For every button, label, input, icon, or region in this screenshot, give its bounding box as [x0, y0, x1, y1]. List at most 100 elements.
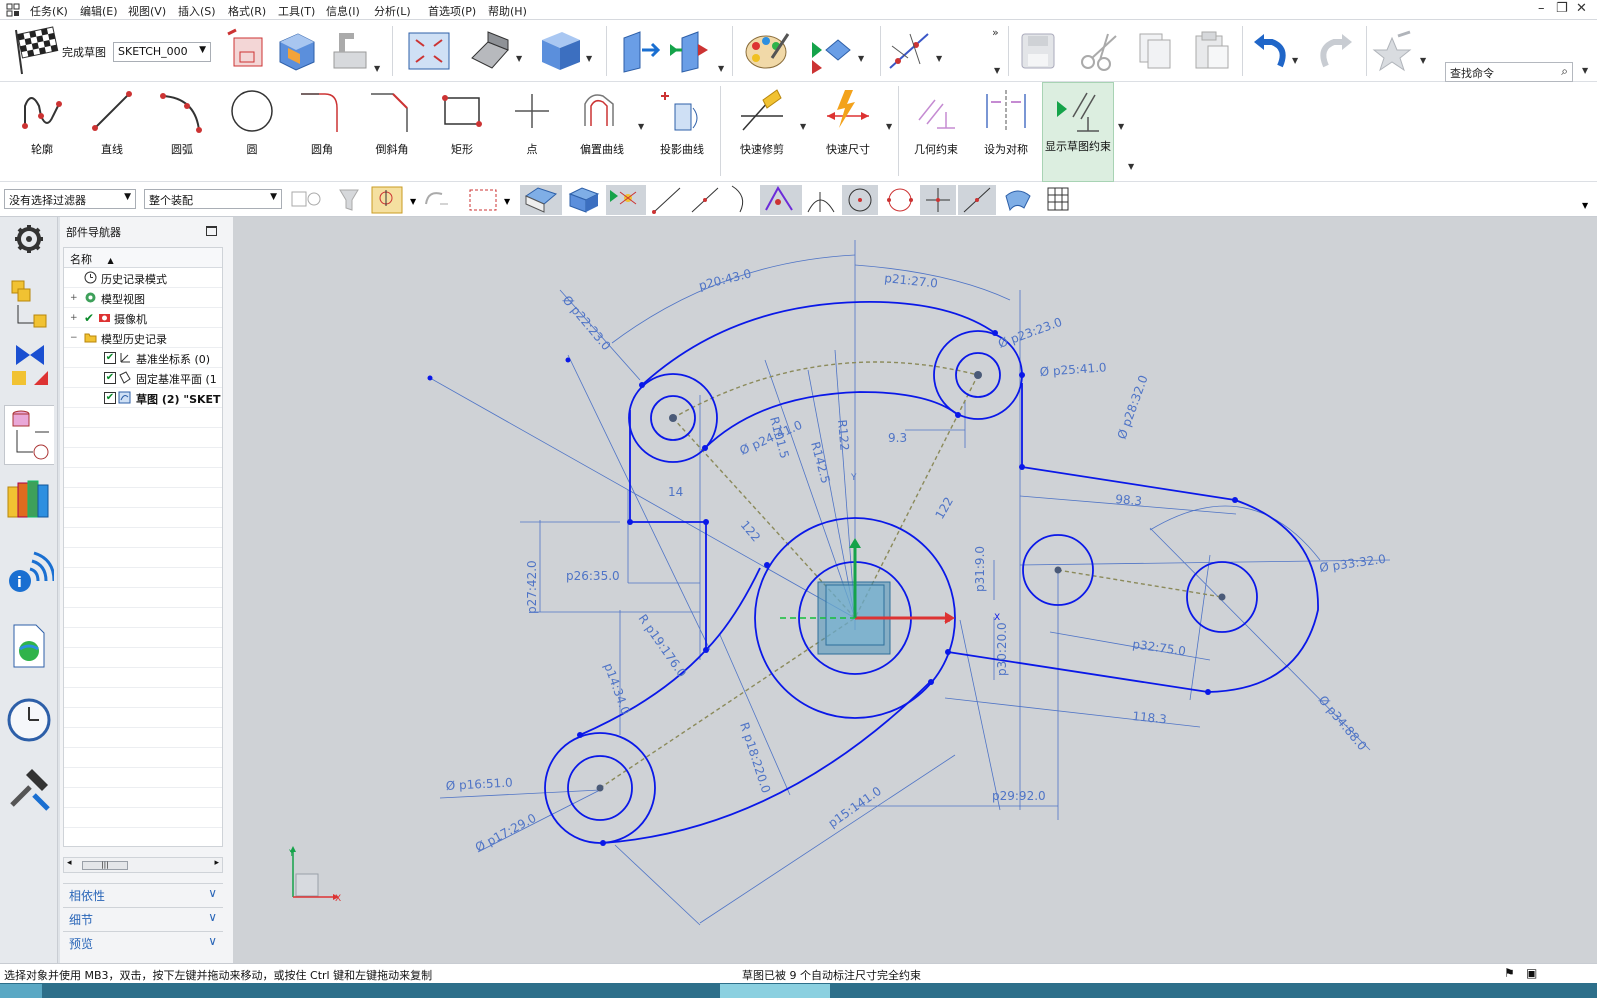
- point-on-face-icon[interactable]: [1005, 190, 1031, 212]
- shaded-view-button[interactable]: ▼: [536, 28, 594, 74]
- chevron-down-icon[interactable]: ▼: [1128, 162, 1134, 171]
- chamfer-button[interactable]: 倒斜角: [358, 82, 426, 182]
- chevron-down-icon[interactable]: ▼: [800, 122, 806, 131]
- chevron-down-icon[interactable]: ▼: [638, 122, 644, 131]
- menu-info[interactable]: 信息(I): [326, 3, 360, 19]
- menu-analysis[interactable]: 分析(L): [374, 3, 411, 19]
- dimension-label[interactable]: Ø p17:29.0: [473, 811, 539, 855]
- dimension-label[interactable]: R p19:176.0: [636, 612, 690, 680]
- quick-trim-button[interactable]: 快速修剪: [728, 82, 796, 182]
- render-style-button[interactable]: ▼: [466, 28, 524, 74]
- command-search-input[interactable]: 查找命令 ⌕: [1445, 62, 1573, 82]
- taskbar-item[interactable]: [720, 984, 830, 998]
- menu-task[interactable]: 任务(K): [30, 3, 68, 19]
- resource-history[interactable]: [4, 695, 54, 755]
- profile-button[interactable]: 轮廓: [8, 82, 76, 182]
- redo-button[interactable]: [1314, 30, 1358, 72]
- arc-button[interactable]: 圆弧: [148, 82, 216, 182]
- dimension-label[interactable]: 98.3: [1115, 492, 1143, 508]
- dimension-label[interactable]: Ø p16:51.0: [445, 776, 513, 793]
- menu-preferences[interactable]: 首选项(P): [428, 3, 476, 19]
- rectangle-select-icon[interactable]: [469, 189, 497, 211]
- cut-button[interactable]: [1078, 30, 1122, 72]
- sketch-name-select[interactable]: SKETCH_000 ▼: [113, 42, 211, 62]
- point-button[interactable]: 点: [498, 82, 566, 182]
- resource-hd3d-tools[interactable]: i: [4, 547, 56, 607]
- reset-selection-icon[interactable]: [425, 192, 448, 205]
- arc-center-icon[interactable]: [807, 192, 835, 213]
- control-point-icon[interactable]: [731, 185, 744, 213]
- chevron-down-icon[interactable]: ▼: [1582, 201, 1589, 210]
- visibility-checkbox[interactable]: ✔: [104, 372, 116, 384]
- flag-icon[interactable]: ⚑: [1504, 966, 1515, 980]
- dimension-label[interactable]: Ø p33:32.0: [1318, 552, 1386, 575]
- update-model-button[interactable]: ▼: [326, 28, 382, 74]
- show-sketch-constraints-button[interactable]: 显示草图约束: [1042, 82, 1114, 182]
- horizontal-scrollbar[interactable]: ◂ ||| ▸: [63, 857, 223, 873]
- command-finder-button[interactable]: ▼: [1372, 30, 1428, 72]
- dimension-label[interactable]: p27:42.0: [525, 560, 539, 614]
- close-icon[interactable]: ✕: [1576, 1, 1587, 16]
- display-palette-button[interactable]: [742, 28, 794, 74]
- dimension-label[interactable]: Ø p28:32.0: [1115, 373, 1151, 441]
- visibility-checkbox[interactable]: ✔: [104, 392, 116, 404]
- dimension-label[interactable]: 122: [738, 518, 763, 545]
- menu-view[interactable]: 视图(V): [128, 3, 166, 19]
- column-header[interactable]: 名称 ▲: [64, 248, 222, 268]
- save-button[interactable]: [1018, 30, 1058, 72]
- view-triad-button[interactable]: [618, 28, 664, 74]
- assembly-filter-icon[interactable]: [291, 191, 321, 207]
- expand-icon[interactable]: +: [70, 313, 78, 323]
- resource-system-materials[interactable]: [4, 765, 54, 825]
- tree-item-datum-plane[interactable]: ✔ 固定基准平面 (1: [64, 368, 222, 388]
- fillet-button[interactable]: 圆角: [288, 82, 356, 182]
- make-symmetric-button[interactable]: 设为对称: [972, 82, 1040, 182]
- resource-web-browser[interactable]: [4, 621, 54, 681]
- undo-button[interactable]: ▼: [1250, 30, 1300, 72]
- minimize-icon[interactable]: –: [1538, 1, 1545, 16]
- tree-item-cameras[interactable]: + ✔ 摄像机: [64, 308, 222, 328]
- dimension-label[interactable]: 9.3: [888, 431, 907, 445]
- fullscreen-icon[interactable]: ▣: [1526, 966, 1537, 980]
- point-snap-button[interactable]: ▼: [886, 28, 944, 74]
- menu-format[interactable]: 格式(R): [228, 3, 266, 19]
- finish-sketch-button[interactable]: [10, 26, 60, 76]
- app-icon[interactable]: [6, 3, 20, 17]
- section-cut-button[interactable]: ▼: [668, 28, 726, 74]
- dimension-label[interactable]: p30:20.0: [995, 622, 1009, 676]
- collapse-icon[interactable]: −: [70, 333, 78, 343]
- scroll-left-icon[interactable]: ◂: [67, 858, 72, 868]
- details-panel[interactable]: 细节 ∨: [63, 907, 223, 927]
- rapid-dimension-button[interactable]: 快速尺寸: [814, 82, 882, 182]
- paste-button[interactable]: [1190, 30, 1234, 72]
- chevron-down-icon[interactable]: ▼: [994, 66, 1000, 75]
- copy-button[interactable]: [1134, 30, 1178, 72]
- offset-curve-button[interactable]: 偏置曲线: [568, 82, 636, 182]
- tree-item-datum-csys[interactable]: ✔ 基准坐标系 (0): [64, 348, 222, 368]
- resource-roles[interactable]: [4, 221, 54, 281]
- graphics-window[interactable]: X X Y p20:43.0 p21:27.0 Ø p22:23.0 Ø p23…: [233, 217, 1597, 963]
- visibility-checkbox[interactable]: ✔: [104, 352, 116, 364]
- dimension-label[interactable]: R p18:220.0: [737, 721, 773, 795]
- tree-item-history-mode[interactable]: 历史记录模式: [64, 268, 222, 288]
- mid-point-icon[interactable]: [691, 187, 719, 213]
- snap-filter-icon[interactable]: [371, 186, 403, 214]
- chevron-down-icon[interactable]: ▼: [1118, 122, 1124, 131]
- dimension-label[interactable]: p21:27.0: [884, 271, 939, 291]
- snap-view-button[interactable]: ▼: [808, 28, 866, 74]
- quadrant-point-icon[interactable]: [887, 188, 913, 212]
- chevron-down-icon[interactable]: ▼: [410, 197, 417, 206]
- dependencies-panel[interactable]: 相依性 ∨: [63, 883, 223, 903]
- dimension-label[interactable]: 122: [932, 495, 956, 522]
- menu-edit[interactable]: 编辑(E): [80, 3, 118, 19]
- dimension-label[interactable]: Ø p23:23.0: [996, 315, 1064, 351]
- dimension-label[interactable]: R122: [835, 419, 852, 451]
- chevron-down-icon[interactable]: ▼: [504, 197, 511, 206]
- maximize-icon[interactable]: [206, 226, 217, 236]
- rectangle-button[interactable]: 矩形: [428, 82, 496, 182]
- body-select-icon[interactable]: [568, 187, 600, 213]
- orient-view-button[interactable]: [274, 28, 320, 74]
- resource-constraint-navigator[interactable]: [4, 341, 54, 401]
- chevron-down-icon[interactable]: ▼: [886, 122, 892, 131]
- type-filter-icon[interactable]: [339, 189, 359, 211]
